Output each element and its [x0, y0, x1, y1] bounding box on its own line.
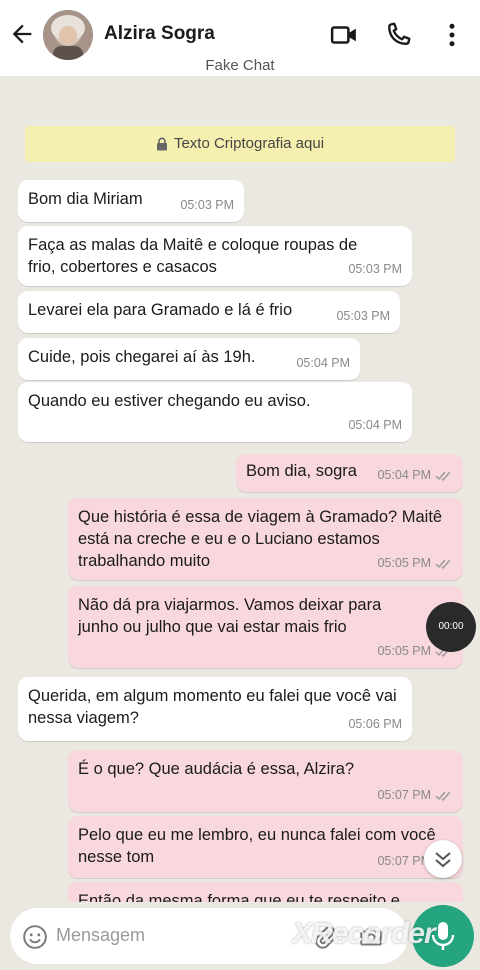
video-call-icon[interactable] — [329, 20, 359, 50]
recording-timer-badge[interactable]: 00:00 — [426, 602, 476, 652]
message-bubble-in[interactable]: Levarei ela para Gramado e lá é frio 05:… — [18, 291, 400, 333]
avatar[interactable] — [43, 10, 93, 60]
encryption-banner[interactable]: Texto Criptografia aqui — [25, 126, 455, 162]
message-text: Faça as malas da Maitê e coloque roupas … — [28, 236, 358, 276]
double-check-icon — [435, 559, 451, 569]
double-check-icon — [435, 791, 451, 801]
message-time: 05:04 PM — [377, 464, 453, 486]
message-time: 05:05 PM — [377, 552, 453, 574]
message-bubble-in[interactable]: Querida, em algum momento eu falei que v… — [18, 677, 412, 741]
phone-icon[interactable] — [383, 20, 413, 50]
message-time: 05:03 PM — [336, 309, 390, 323]
message-bubble-out[interactable]: Que história é essa de viagem à Gramado?… — [68, 498, 463, 580]
message-time: 05:04 PM — [296, 356, 350, 370]
contact-name[interactable]: Alzira Sogra — [104, 23, 215, 45]
message-text: Quando eu estiver chegando eu aviso. — [28, 392, 311, 410]
emoji-icon[interactable] — [22, 924, 48, 950]
message-time-label: 05:05 PM — [377, 556, 431, 570]
message-time: 05:06 PM — [348, 717, 402, 731]
message-time-label: 05:07 PM — [377, 854, 431, 868]
message-time: 05:07 PM — [377, 784, 453, 806]
back-arrow-icon[interactable] — [8, 20, 36, 48]
message-bubble-out[interactable]: É o que? Que audácia é essa, Alzira? 05:… — [68, 750, 463, 812]
more-vertical-icon[interactable] — [437, 20, 467, 50]
message-time-label: 05:04 PM — [377, 468, 431, 482]
message-time: 05:04 PM — [348, 418, 402, 432]
encryption-text: Texto Criptografia aqui — [173, 135, 325, 152]
message-text: Não dá pra viajarmos. Vamos deixar para … — [78, 596, 382, 636]
message-placeholder: Mensagem — [56, 925, 146, 945]
message-bubble-out[interactable]: Não dá pra viajarmos. Vamos deixar para … — [68, 586, 463, 668]
message-time: 05:03 PM — [348, 262, 402, 276]
chat-header: Alzira Sogra Fake Chat — [0, 0, 480, 76]
message-time-label: 05:05 PM — [377, 644, 431, 658]
message-text: É o que? Que audácia é essa, Alzira? — [78, 760, 355, 778]
message-bubble-in[interactable]: Quando eu estiver chegando eu aviso. 05:… — [18, 382, 412, 442]
message-list[interactable]: Texto Criptografia aqui Bom dia Miriam 0… — [0, 76, 480, 902]
chat-subtitle: Fake Chat — [205, 57, 275, 74]
message-bubble-out[interactable]: Então da mesma forma que eu te respeito … — [68, 882, 463, 902]
lock-icon — [156, 137, 167, 151]
message-bubble-in[interactable]: Bom dia Miriam 05:03 PM — [18, 180, 244, 222]
message-bubble-in[interactable]: Faça as malas da Maitê e coloque roupas … — [18, 226, 412, 286]
message-time-label: 05:07 PM — [377, 788, 431, 802]
recorder-watermark: XRecorder — [292, 917, 436, 950]
message-bubble-in[interactable]: Cuide, pois chegarei aí às 19h. 05:04 PM — [18, 338, 360, 380]
message-bubble-out[interactable]: Bom dia, sogra 05:04 PM — [236, 454, 463, 492]
message-text: Querida, em algum momento eu falei que v… — [28, 687, 397, 727]
double-check-icon — [435, 471, 451, 481]
message-bubble-out[interactable]: Pelo que eu me lembro, eu nunca falei co… — [68, 816, 463, 878]
message-time: 05:03 PM — [180, 198, 234, 212]
message-text: Então da mesma forma que eu te respeito … — [78, 892, 400, 902]
chevrons-down-icon — [435, 852, 451, 868]
scroll-to-bottom-button[interactable] — [424, 840, 462, 878]
